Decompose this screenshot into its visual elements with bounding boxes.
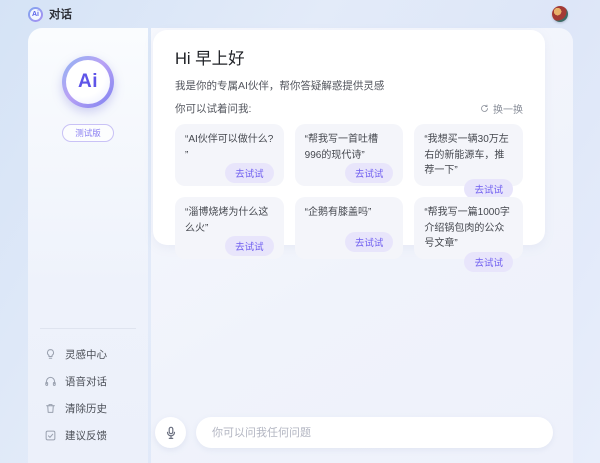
microphone-icon: [164, 426, 178, 440]
bulb-icon: [44, 348, 57, 361]
suggestion-text: “我想买一辆30万左右的新能源车，推荐一下”: [424, 132, 513, 179]
prompt-row: 你可以试着问我: 换一换: [175, 101, 523, 116]
suggestion-card: “我想买一辆30万左右的新能源车，推荐一下” 去试试: [414, 124, 523, 186]
try-it-button[interactable]: 去试试: [345, 163, 394, 183]
sidebar: Ai 测试版 灵感中心 语音对话 清除: [28, 28, 148, 463]
greeting-heading: Hi 早上好: [175, 45, 523, 69]
suggestion-text: “淄博烧烤为什么这么火”: [185, 205, 274, 236]
headset-icon: [44, 375, 57, 388]
suggestion-card: “企鹅有膝盖吗” 去试试: [295, 197, 404, 259]
voice-input-button[interactable]: [155, 417, 186, 448]
suggestion-card: “帮我写一篇1000字介绍锅包肉的公众号文章” 去试试: [414, 197, 523, 259]
sidebar-bottom-menu: 灵感中心 语音对话 清除历史 建议反馈: [38, 328, 138, 449]
refresh-icon: [480, 104, 489, 113]
welcome-card: Hi 早上好 我是你的专属AI伙伴，帮你答疑解惑提供灵感 你可以试着问我: 换一…: [153, 30, 545, 245]
ai-logo-text: Ai: [66, 60, 110, 104]
input-bar: [155, 417, 553, 448]
sidebar-divider: [40, 328, 136, 329]
shuffle-label: 换一换: [493, 101, 523, 116]
user-avatar[interactable]: [552, 6, 568, 22]
suggestion-grid: “AI伙伴可以做什么? ” 去试试 “帮我写一首吐槽996的现代诗” 去试试 “…: [175, 124, 523, 259]
sidebar-item-feedback[interactable]: 建议反馈: [38, 422, 138, 449]
try-it-button[interactable]: 去试试: [464, 252, 513, 272]
app-logo-icon: Ai: [28, 7, 43, 22]
try-it-button[interactable]: 去试试: [345, 232, 394, 252]
suggestion-text: “AI伙伴可以做什么? ”: [185, 132, 274, 163]
main-panel: Hi 早上好 我是你的专属AI伙伴，帮你答疑解惑提供灵感 你可以试着问我: 换一…: [151, 28, 573, 463]
suggestion-card: “AI伙伴可以做什么? ” 去试试: [175, 124, 284, 186]
try-it-button[interactable]: 去试试: [225, 163, 274, 183]
trash-icon: [44, 402, 57, 415]
suggestion-card: “帮我写一首吐槽996的现代诗” 去试试: [295, 124, 404, 186]
sidebar-item-clear-history[interactable]: 清除历史: [38, 395, 138, 422]
sidebar-item-label: 语音对话: [65, 374, 107, 389]
sidebar-item-voice-chat[interactable]: 语音对话: [38, 368, 138, 395]
try-it-button[interactable]: 去试试: [225, 236, 274, 256]
sidebar-item-inspiration[interactable]: 灵感中心: [38, 341, 138, 368]
prompt-label: 你可以试着问我:: [175, 101, 251, 116]
sidebar-item-label: 清除历史: [65, 401, 107, 416]
beta-badge[interactable]: 测试版: [62, 124, 114, 142]
suggestion-text: “帮我写一首吐槽996的现代诗”: [305, 132, 394, 163]
page-title: 对话: [49, 6, 72, 22]
sidebar-item-label: 建议反馈: [65, 428, 107, 443]
question-input[interactable]: [196, 417, 553, 448]
sidebar-logo-wrap: Ai 测试版: [28, 28, 148, 142]
ai-logo-icon: Ai: [62, 56, 114, 108]
suggestion-text: “帮我写一篇1000字介绍锅包肉的公众号文章”: [424, 205, 513, 252]
try-it-button[interactable]: 去试试: [464, 179, 513, 199]
shuffle-suggestions-button[interactable]: 换一换: [480, 101, 523, 116]
topbar: Ai 对话: [0, 0, 600, 28]
suggestion-text: “企鹅有膝盖吗”: [305, 205, 394, 221]
suggestion-card: “淄博烧烤为什么这么火” 去试试: [175, 197, 284, 259]
greeting-subtitle: 我是你的专属AI伙伴，帮你答疑解惑提供灵感: [175, 78, 523, 93]
sidebar-item-label: 灵感中心: [65, 347, 107, 362]
app-logo-text: Ai: [30, 9, 41, 20]
feedback-icon: [44, 429, 57, 442]
